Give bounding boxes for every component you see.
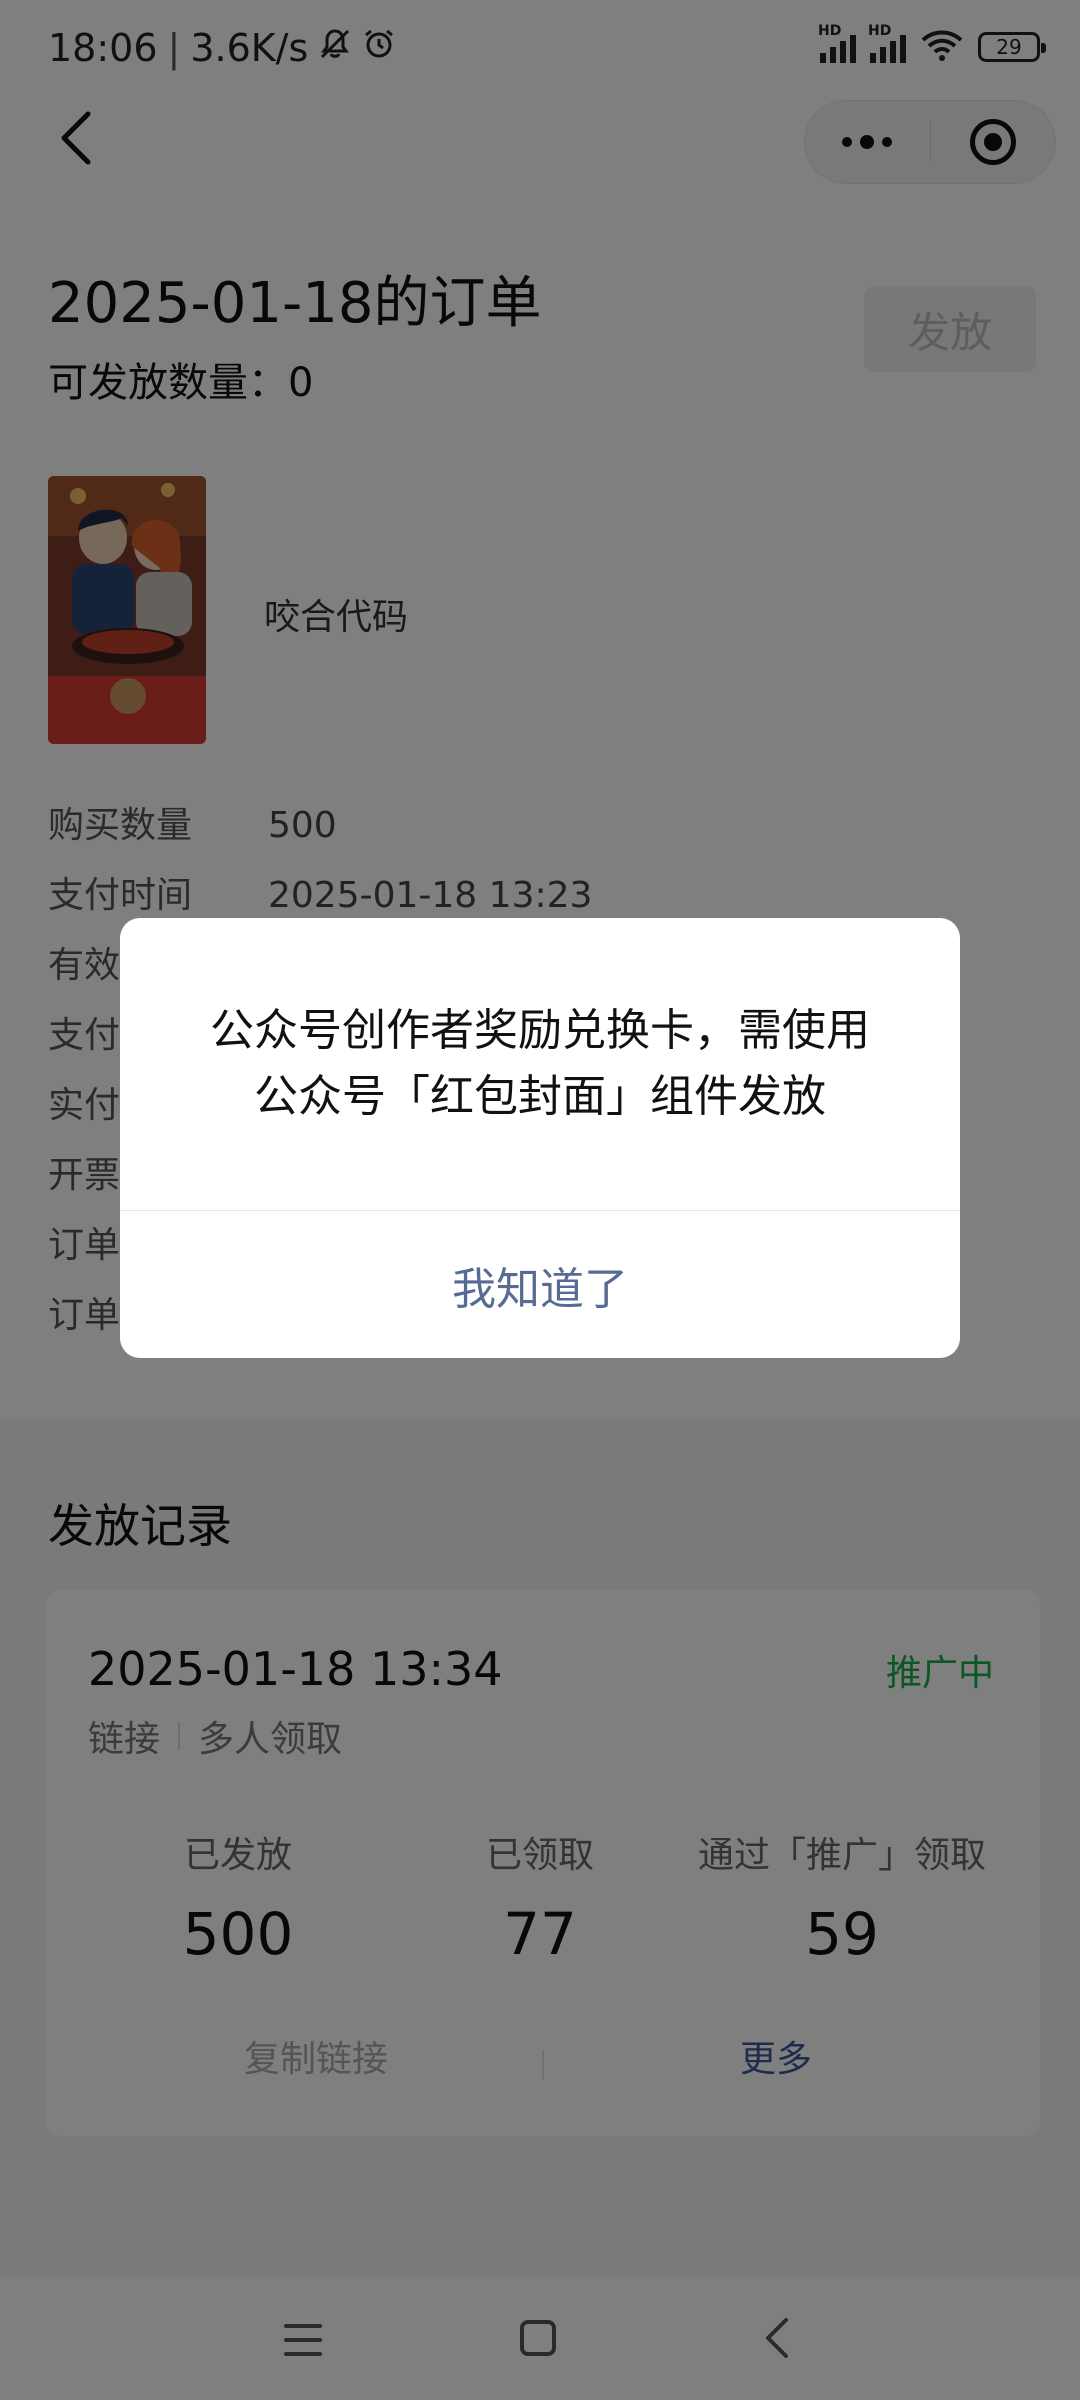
order-detail-page: 18:06 | 3.6K/s HD HD 29 [0,0,1080,2400]
alert-dialog: 公众号创作者奖励兑换卡，需使用 公众号「红包封面」组件发放 我知道了 [120,918,960,1358]
dialog-message: 公众号创作者奖励兑换卡，需使用 公众号「红包封面」组件发放 [210,1005,870,1122]
got-it-button[interactable]: 我知道了 [120,1211,960,1358]
